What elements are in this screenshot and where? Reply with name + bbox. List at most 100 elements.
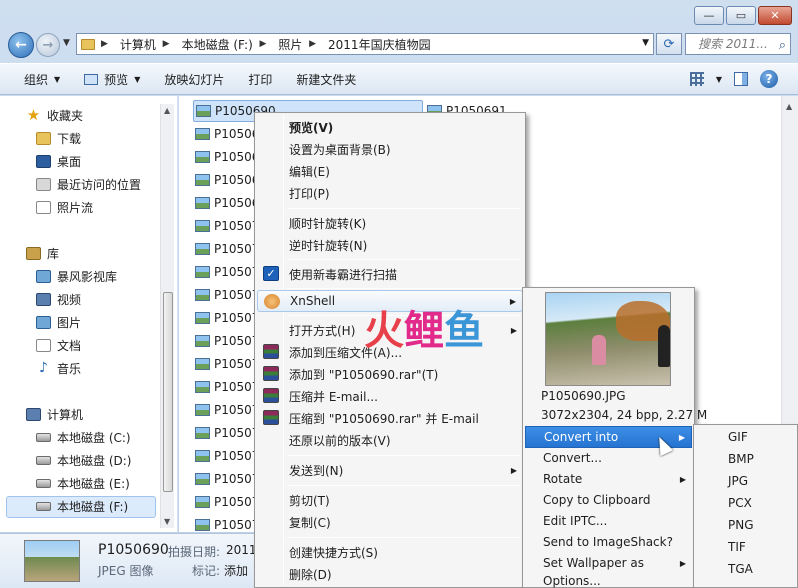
- nav-scrollbar[interactable]: ▲ ▼: [160, 104, 174, 528]
- menu-item-preview[interactable]: 预览(V): [257, 116, 523, 138]
- menu-item-send-to-imageshack[interactable]: Send to ImageShack?: [525, 531, 692, 553]
- chevron-down-icon[interactable]: ▼: [716, 75, 722, 84]
- menu-item-set-wallpaper[interactable]: Set Wallpaper as ▶: [525, 552, 692, 574]
- menu-item-set-desktop-background[interactable]: 设置为桌面背景(B): [257, 138, 523, 160]
- file-item[interactable]: P10507: [195, 376, 259, 398]
- file-item[interactable]: P10507: [195, 353, 259, 375]
- breadcrumb-computer[interactable]: 计算机 ▶: [120, 36, 176, 53]
- scrollbar-thumb[interactable]: [163, 292, 173, 492]
- new-folder-button[interactable]: 新建文件夹: [296, 71, 356, 88]
- nav-downloads[interactable]: 下载: [36, 128, 81, 148]
- print-button[interactable]: 打印: [248, 71, 272, 88]
- nav-drive-f[interactable]: 本地磁盘 (F:): [36, 496, 128, 516]
- menu-item-copy-to-clipboard[interactable]: Copy to Clipboard: [525, 489, 692, 511]
- chevron-right-icon: ▶: [256, 39, 267, 49]
- nav-computer[interactable]: 计算机: [26, 404, 83, 424]
- refresh-button[interactable]: ⟳: [656, 33, 682, 55]
- scroll-up-icon[interactable]: ▲: [164, 106, 170, 115]
- breadcrumb-drive-f[interactable]: 本地磁盘 (F:) ▶: [182, 36, 273, 53]
- details-tags-label: 标记:: [192, 564, 221, 578]
- xnshell-icon: [264, 294, 280, 309]
- file-item[interactable]: P10506: [195, 192, 259, 214]
- menu-separator: [287, 455, 521, 456]
- menu-item-format-tga[interactable]: TGA: [696, 558, 795, 580]
- menu-item-add-to-rar[interactable]: 添加到 "P1050690.rar"(T): [257, 363, 523, 385]
- menu-item-send-to[interactable]: 发送到(N) ▶: [257, 459, 523, 481]
- menu-item-copy[interactable]: 复制(C): [257, 511, 523, 533]
- nav-desktop[interactable]: 桌面: [36, 151, 81, 171]
- nav-videos[interactable]: 视频: [36, 289, 81, 309]
- details-date-label: 拍摄日期:: [168, 545, 221, 559]
- file-item[interactable]: P10507: [195, 307, 259, 329]
- chevron-right-icon: ▶: [159, 39, 170, 49]
- address-bar[interactable]: ▶ 计算机 ▶ 本地磁盘 (F:) ▶ 照片 ▶ 2011年国庆植物园 ▼: [76, 33, 654, 55]
- view-grid-icon[interactable]: [689, 72, 704, 86]
- file-item[interactable]: P10507: [195, 261, 259, 283]
- menu-item-create-shortcut[interactable]: 创建快捷方式(S): [257, 541, 523, 563]
- menu-item-compress-rar-email[interactable]: 压缩到 "P1050690.rar" 并 E-mail: [257, 407, 523, 429]
- file-item[interactable]: P10507: [195, 491, 259, 513]
- nav-documents[interactable]: 文档: [36, 335, 81, 355]
- breadcrumb-root[interactable]: ▶: [101, 39, 114, 49]
- nav-storm-video-library[interactable]: 暴风影视库: [36, 266, 117, 286]
- preview-button[interactable]: 预览 ▼: [84, 71, 140, 88]
- scroll-down-icon[interactable]: ▼: [164, 517, 170, 526]
- menu-item-format-gif[interactable]: GIF: [696, 426, 795, 448]
- menu-item-rotate[interactable]: Rotate ▶: [525, 468, 692, 490]
- scroll-up-icon[interactable]: ▲: [786, 102, 792, 111]
- nav-drive-e[interactable]: 本地磁盘 (E:): [36, 473, 130, 493]
- back-button[interactable]: ←: [8, 32, 34, 58]
- menu-item-restore-previous-versions[interactable]: 还原以前的版本(V): [257, 429, 523, 451]
- chevron-down-icon[interactable]: ▼: [642, 38, 649, 48]
- recent-pages-dropdown[interactable]: ▼: [63, 38, 70, 48]
- file-item[interactable]: P10507: [195, 238, 259, 260]
- menu-item-print[interactable]: 打印(P): [257, 182, 523, 204]
- menu-item-rotate-clockwise[interactable]: 顺时针旋转(K): [257, 212, 523, 234]
- forward-button[interactable]: →: [36, 33, 60, 57]
- close-button[interactable]: ✕: [758, 6, 792, 25]
- image-file-icon: [195, 128, 210, 140]
- file-item[interactable]: P10507: [195, 468, 259, 490]
- menu-item-format-jpg[interactable]: JPG: [696, 470, 795, 492]
- nav-music[interactable]: ♪ 音乐: [36, 358, 81, 378]
- file-item[interactable]: P10506: [195, 123, 259, 145]
- nav-libraries[interactable]: 库: [26, 243, 59, 263]
- menu-item-edit[interactable]: 编辑(E): [257, 160, 523, 182]
- menu-item-duba-scan[interactable]: ✓ 使用新毒霸进行扫描: [257, 263, 523, 285]
- menu-item-format-png[interactable]: PNG: [696, 514, 795, 536]
- details-tags-value[interactable]: 添加: [224, 562, 248, 579]
- nav-drive-c[interactable]: 本地磁盘 (C:): [36, 427, 131, 447]
- breadcrumb-photos[interactable]: 照片 ▶: [278, 36, 322, 53]
- file-item[interactable]: P10507: [195, 445, 259, 467]
- menu-item-options[interactable]: Options...: [525, 573, 692, 588]
- slideshow-button[interactable]: 放映幻灯片: [164, 71, 224, 88]
- menu-item-format-bmp[interactable]: BMP: [696, 448, 795, 470]
- minimize-button[interactable]: —: [694, 6, 724, 25]
- menu-item-edit-iptc[interactable]: Edit IPTC...: [525, 510, 692, 532]
- menu-item-compress-email[interactable]: 压缩并 E-mail...: [257, 385, 523, 407]
- nav-recent-places[interactable]: 最近访问的位置: [36, 174, 141, 194]
- maximize-button[interactable]: ▭: [726, 6, 756, 25]
- organize-button[interactable]: 组织 ▼: [24, 71, 60, 88]
- file-item[interactable]: P10507: [195, 399, 259, 421]
- file-item[interactable]: P10507: [195, 330, 259, 352]
- preview-pane-icon[interactable]: [734, 72, 748, 86]
- breadcrumb-current-folder[interactable]: 2011年国庆植物园: [328, 36, 431, 53]
- file-item[interactable]: P10506: [195, 146, 259, 168]
- menu-item-rotate-counterclockwise[interactable]: 逆时针旋转(N): [257, 234, 523, 256]
- file-item[interactable]: P10507: [195, 284, 259, 306]
- file-item[interactable]: P10507: [195, 215, 259, 237]
- nav-drive-d[interactable]: 本地磁盘 (D:): [36, 450, 131, 470]
- music-note-icon: ♪: [39, 359, 48, 376]
- menu-item-delete[interactable]: 删除(D): [257, 563, 523, 585]
- nav-pictures[interactable]: 图片: [36, 312, 81, 332]
- file-item[interactable]: P10506: [195, 169, 259, 191]
- search-input[interactable]: 搜索 2011... ⌕: [685, 33, 791, 55]
- nav-favorites[interactable]: ★ 收藏夹: [26, 105, 83, 125]
- menu-item-format-pcx[interactable]: PCX: [696, 492, 795, 514]
- file-item[interactable]: P10507: [195, 422, 259, 444]
- menu-item-cut[interactable]: 剪切(T): [257, 489, 523, 511]
- nav-photo-stream[interactable]: 照片流: [36, 197, 93, 217]
- menu-item-format-tif[interactable]: TIF: [696, 536, 795, 558]
- help-icon[interactable]: ?: [760, 70, 778, 88]
